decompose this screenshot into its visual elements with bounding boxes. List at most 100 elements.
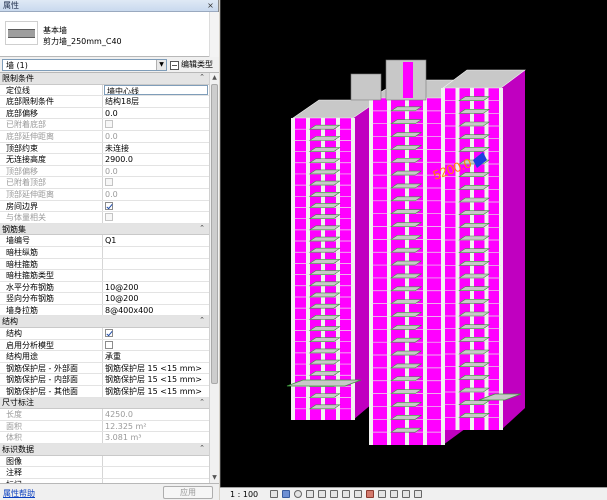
property-value[interactable]: Q1: [103, 235, 209, 246]
visual-style-icon[interactable]: [282, 490, 290, 498]
view-scale[interactable]: 1 : 100: [230, 490, 270, 499]
type-family-label: 基本墙: [43, 26, 67, 35]
detail-level-icon[interactable]: [270, 490, 278, 498]
type-selector-preview[interactable]: 基本墙 剪力墙_250mm_C40: [0, 12, 219, 57]
property-label: 面积: [0, 420, 103, 432]
temporary-hide-icon[interactable]: [366, 490, 374, 498]
close-icon[interactable]: ×: [206, 1, 215, 10]
property-value[interactable]: [103, 270, 209, 281]
property-value[interactable]: 2900.0: [103, 154, 209, 165]
property-checkbox: [105, 213, 113, 222]
property-value[interactable]: 承重: [103, 351, 209, 362]
property-row[interactable]: 定位线 墙中心线: [0, 84, 209, 97]
sun-path-icon[interactable]: [294, 490, 302, 498]
section-header[interactable]: 结构 ⌃: [0, 316, 209, 329]
chevron-down-icon[interactable]: ▼: [156, 60, 166, 70]
collapse-icon[interactable]: ⌃: [199, 398, 205, 406]
section-header[interactable]: 钢筋集 ⌃: [0, 223, 209, 236]
properties-help-link[interactable]: 属性帮助: [3, 488, 35, 499]
property-checkbox-cell: [103, 340, 209, 351]
property-label: 结构: [0, 328, 103, 339]
property-row[interactable]: 暗柱纵筋: [0, 246, 209, 259]
unlock-3d-icon[interactable]: [354, 490, 362, 498]
property-checkbox-cell: [103, 328, 209, 339]
property-row[interactable]: 图像: [0, 455, 209, 468]
collapse-icon[interactable]: ⌃: [199, 73, 205, 81]
property-row[interactable]: 钢筋保护层 - 其他面 钢筋保护层 15 <15 mm>: [0, 386, 209, 398]
property-value[interactable]: 0.0: [103, 108, 209, 119]
property-value[interactable]: 墙中心线: [104, 84, 208, 96]
reveal-hidden-icon[interactable]: [378, 490, 386, 498]
property-row[interactable]: 钢筋保护层 - 外部面 钢筋保护层 15 <15 mm>: [0, 362, 209, 375]
view-control-bar: 1 : 100: [220, 487, 607, 500]
property-value[interactable]: 结构18层: [103, 96, 209, 107]
property-row[interactable]: 墙编号 Q1: [0, 235, 209, 247]
property-label: 钢筋保护层 - 其他面: [0, 386, 103, 397]
property-value[interactable]: 钢筋保护层 15 <15 mm>: [103, 363, 209, 374]
highlight-displacement-icon[interactable]: [402, 490, 410, 498]
crop-view-icon[interactable]: [330, 490, 338, 498]
property-row[interactable]: 竖向分布钢筋 10@200: [0, 293, 209, 305]
property-value[interactable]: [103, 247, 209, 258]
property-value[interactable]: 8@400x400: [103, 305, 209, 316]
edit-type-label: 编辑类型: [181, 60, 213, 69]
property-row[interactable]: 注释: [0, 467, 209, 479]
tower-middle-column: [387, 98, 391, 445]
properties-panel: 属性 × 基本墙 剪力墙_250mm_C40 墙 (1) ▼ 编辑类型 限制条件…: [0, 0, 219, 500]
property-row[interactable]: 暗柱箍筋类型: [0, 270, 209, 282]
property-label: 钢筋保护层 - 外部面: [0, 362, 103, 374]
type-scrollbar[interactable]: [209, 12, 219, 57]
property-checkbox[interactable]: [105, 340, 113, 349]
edit-type-button[interactable]: 编辑类型: [170, 59, 216, 71]
3d-view-canvas[interactable]: 5200.0: [220, 0, 607, 487]
property-row[interactable]: 结构: [0, 328, 209, 340]
collapse-icon[interactable]: ⌃: [199, 224, 205, 232]
section-header[interactable]: 尺寸标注 ⌃: [0, 397, 209, 410]
analytical-model-icon[interactable]: [390, 490, 398, 498]
property-row[interactable]: 水平分布钢筋 10@200: [0, 281, 209, 294]
property-checkbox[interactable]: [105, 329, 113, 338]
property-label: 与体量相关: [0, 212, 103, 223]
property-value[interactable]: 钢筋保护层 15 <15 mm>: [103, 386, 209, 397]
instance-filter-dropdown[interactable]: 墙 (1) ▼: [2, 59, 167, 71]
property-checkbox[interactable]: [105, 201, 113, 210]
render-icon[interactable]: [318, 490, 326, 498]
scroll-thumb[interactable]: [211, 84, 218, 384]
shadows-icon[interactable]: [306, 490, 314, 498]
property-row[interactable]: 结构用途 承重: [0, 351, 209, 363]
collapse-icon[interactable]: ⌃: [199, 444, 205, 452]
property-row[interactable]: 启用分析模型: [0, 339, 209, 352]
property-row[interactable]: 房间边界: [0, 200, 209, 213]
collapse-icon[interactable]: ⌃: [199, 316, 205, 324]
properties-scrollbar[interactable]: ▲ ▼: [209, 73, 219, 483]
building-model[interactable]: 5200.0: [221, 0, 607, 487]
scroll-down-icon[interactable]: ▼: [210, 473, 219, 483]
property-label: 水平分布钢筋: [0, 281, 103, 293]
property-label: 长度: [0, 409, 103, 420]
scroll-up-icon[interactable]: ▲: [210, 73, 219, 83]
property-value[interactable]: 10@200: [103, 293, 209, 304]
constraints-icon[interactable]: [414, 490, 422, 498]
section-header[interactable]: 标识数据 ⌃: [0, 444, 209, 456]
property-value[interactable]: [103, 456, 209, 467]
panel-footer: 属性帮助 应用: [0, 483, 219, 500]
property-value[interactable]: 未连接: [103, 143, 209, 154]
property-row[interactable]: 无连接高度 2900.0: [0, 154, 209, 166]
property-checkbox: [105, 120, 113, 129]
show-crop-icon[interactable]: [342, 490, 350, 498]
property-row[interactable]: 墙身拉筋 8@400x400: [0, 304, 209, 317]
property-value[interactable]: [103, 259, 209, 270]
type-name-label: 剪力墙_250mm_C40: [43, 37, 122, 46]
section-title: 钢筋集: [2, 224, 26, 234]
property-row[interactable]: 底部限制条件 结构18层: [0, 96, 209, 108]
property-row[interactable]: 顶部约束 未连接: [0, 142, 209, 155]
property-value[interactable]: [103, 467, 209, 478]
property-row[interactable]: 钢筋保护层 - 内部面 钢筋保护层 15 <15 mm>: [0, 374, 209, 387]
property-value[interactable]: 钢筋保护层 15 <15 mm>: [103, 374, 209, 385]
property-row[interactable]: 底部偏移 0.0: [0, 107, 209, 120]
tower-left-column: [291, 118, 295, 420]
section-header[interactable]: 限制条件 ⌃: [0, 73, 209, 85]
property-row[interactable]: 暗柱箍筋: [0, 258, 209, 271]
apply-button[interactable]: 应用: [163, 486, 213, 499]
property-value[interactable]: 10@200: [103, 282, 209, 293]
